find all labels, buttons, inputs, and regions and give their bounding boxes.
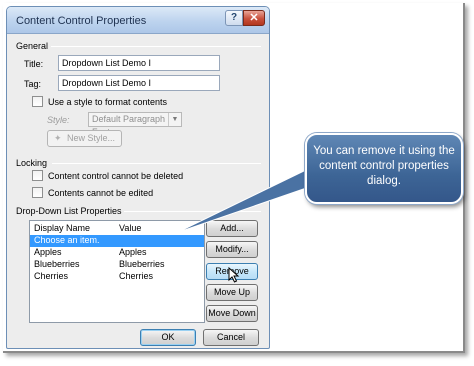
new-style-button[interactable]: ✦ New Style... [47, 130, 122, 147]
list-item-value: Cherries [119, 271, 154, 281]
cannot-edit-checkbox[interactable] [32, 187, 43, 198]
new-style-button-label: New Style... [67, 133, 116, 143]
dropdown-heading: Drop-Down List Properties [16, 206, 122, 216]
dropdown-separator [124, 211, 261, 212]
column-header-display-name[interactable]: Display Name [34, 223, 90, 233]
add-button[interactable]: Add... [206, 220, 258, 237]
style-label: Style: [47, 115, 70, 125]
list-item[interactable]: Blueberries Blueberries [30, 259, 204, 271]
list-item-value: Blueberries [119, 259, 165, 269]
title-bar: Content Control Properties ? ✕ [7, 7, 269, 34]
list-item-display: Apples [34, 247, 62, 257]
chevron-down-icon: ▼ [168, 113, 181, 126]
cancel-button[interactable]: Cancel [203, 329, 259, 346]
list-item-display: Cherries [34, 271, 69, 281]
column-header-value[interactable]: Value [119, 223, 141, 233]
help-button[interactable]: ? [225, 10, 243, 26]
ok-button[interactable]: OK [140, 329, 196, 346]
close-button[interactable]: ✕ [243, 10, 265, 26]
list-item-value: Apples [119, 247, 147, 257]
general-separator [51, 46, 261, 47]
tag-label: Tag: [24, 79, 42, 89]
title-label: Title: [24, 59, 44, 69]
dropdown-list[interactable]: Display Name Value Choose an item. Apple… [29, 220, 205, 323]
dialog-title: Content Control Properties [16, 15, 147, 27]
new-style-icon: ✦ [54, 133, 62, 143]
style-select[interactable]: Default Paragraph Font ▼ [88, 112, 182, 137]
use-style-checkbox[interactable] [32, 96, 43, 107]
cannot-edit-label: Contents cannot be edited [48, 188, 154, 198]
use-style-label: Use a style to format contents [48, 97, 168, 107]
list-item[interactable]: Apples Apples [30, 247, 204, 259]
title-field[interactable]: Dropdown List Demo I [58, 55, 220, 71]
list-item-display: Blueberries [34, 259, 80, 269]
callout-box: You can remove it using the content cont… [305, 133, 463, 204]
locking-heading: Locking [16, 158, 48, 168]
list-item[interactable]: Cherries Cherries [30, 271, 204, 283]
list-item[interactable]: Choose an item. [30, 235, 204, 247]
cannot-delete-label: Content control cannot be deleted [48, 171, 184, 181]
modify-button[interactable]: Modify... [206, 241, 258, 258]
list-item-display: Choose an item. [34, 235, 100, 245]
list-header: Display Name Value [30, 221, 204, 234]
locking-separator [52, 163, 261, 164]
content-control-properties-dialog: Content Control Properties ? ✕ General T… [6, 6, 270, 349]
tag-field[interactable]: Dropdown List Demo I [58, 75, 220, 91]
move-up-button[interactable]: Move Up [206, 284, 258, 301]
callout-text: You can remove it using the content cont… [313, 145, 455, 187]
cannot-delete-checkbox[interactable] [32, 170, 43, 181]
move-down-button[interactable]: Move Down [206, 305, 258, 322]
general-heading: General [16, 41, 49, 51]
mouse-pointer-icon [228, 267, 240, 283]
